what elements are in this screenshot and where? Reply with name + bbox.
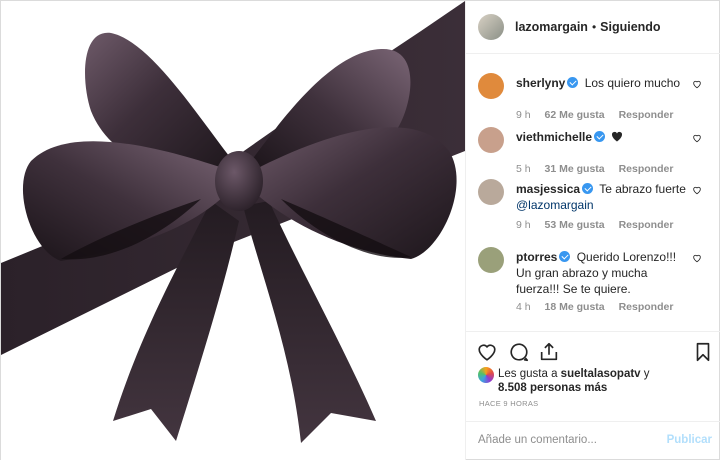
post-dialog: lazomargain • Siguiendo sherlyny Los qui… (0, 0, 720, 460)
comment-likes-count[interactable]: 31 Me gusta (545, 163, 605, 175)
comment-input[interactable]: Añade un comentario... (478, 434, 597, 446)
publish-button[interactable]: Publicar (667, 434, 712, 446)
header-separator: • (591, 20, 597, 34)
comment-text: Te abrazo fuerte (599, 182, 686, 196)
comment-meta: 9 h 62 Me gusta Responder (516, 109, 684, 121)
like-comment-heart-icon[interactable] (692, 253, 702, 263)
comment-likes-count[interactable]: 62 Me gusta (545, 109, 605, 121)
like-comment-heart-icon[interactable] (692, 185, 702, 195)
verified-badge-icon (559, 251, 571, 262)
liker-avatar[interactable] (478, 367, 494, 383)
black-ribbon-bow-image (1, 1, 465, 443)
verified-badge-icon (567, 77, 579, 88)
comment-text: Los quiero mucho (584, 76, 681, 90)
reply-button[interactable]: Responder (619, 301, 674, 313)
likes-count[interactable]: 8.508 personas más (498, 382, 607, 394)
post-timestamp[interactable]: HACE 9 HORAS (479, 399, 538, 408)
verified-badge-icon (582, 183, 594, 194)
comment-likes-count[interactable]: 18 Me gusta (545, 301, 605, 313)
post-header: lazomargain • Siguiendo (466, 1, 720, 54)
share-icon[interactable] (538, 341, 560, 363)
commenter-avatar[interactable] (478, 127, 504, 153)
comment-meta: 4 h 18 Me gusta Responder (516, 301, 684, 313)
liker-username[interactable]: sueltalasopatv (561, 368, 641, 380)
commenter-avatar[interactable] (478, 73, 504, 99)
like-comment-heart-icon[interactable] (692, 79, 702, 89)
reply-button[interactable]: Responder (619, 109, 674, 121)
comment-text-block: masjessica Te abrazo fuerte @lazomargain (516, 181, 688, 213)
likes-line-2: 8.508 personas más (498, 381, 607, 395)
save-bookmark-icon[interactable] (692, 341, 714, 363)
comment-composer: Añade un comentario... Publicar (466, 421, 720, 460)
likes-line-1: Les gusta a sueltalasopatv y (498, 367, 650, 381)
comment-bubble-icon[interactable] (508, 341, 530, 363)
post-image[interactable] (1, 1, 465, 460)
verified-badge-icon (594, 131, 606, 142)
comment-text-block: ptorres Querido Lorenzo!!! Un gran abraz… (516, 249, 688, 297)
comment-time: 5 h (516, 163, 531, 175)
comment-time: 9 h (516, 109, 531, 121)
comment-meta: 9 h 53 Me gusta Responder (516, 219, 684, 231)
comment-mention-link[interactable]: @lazomargain (516, 198, 594, 212)
commenter-username[interactable]: ptorres (516, 250, 557, 264)
likes-prefix: Les gusta a (498, 368, 558, 380)
commenter-username[interactable]: sherlyny (516, 76, 565, 90)
reply-button[interactable]: Responder (619, 219, 674, 231)
commenter-avatar[interactable] (478, 247, 504, 273)
author-avatar[interactable] (478, 14, 504, 40)
post-action-bar (466, 331, 720, 367)
comment-likes-count[interactable]: 53 Me gusta (545, 219, 605, 231)
comment-text-block: viethmichelle (516, 129, 688, 145)
like-comment-heart-icon[interactable] (692, 133, 702, 143)
black-heart-icon (612, 131, 623, 142)
likes-conjunction: y (643, 368, 650, 380)
like-heart-icon[interactable] (476, 341, 498, 363)
commenter-username[interactable]: viethmichelle (516, 130, 592, 144)
following-button[interactable]: Siguiendo (600, 20, 660, 34)
post-side-panel: lazomargain • Siguiendo sherlyny Los qui… (465, 1, 720, 460)
comment-meta: 5 h 31 Me gusta Responder (516, 163, 684, 175)
author-username[interactable]: lazomargain (515, 20, 588, 34)
comment-text-block: sherlyny Los quiero mucho (516, 75, 688, 91)
commenter-avatar[interactable] (478, 179, 504, 205)
commenter-username[interactable]: masjessica (516, 182, 580, 196)
comment-time: 9 h (516, 219, 531, 231)
reply-button[interactable]: Responder (619, 163, 674, 175)
comment-time: 4 h (516, 301, 531, 313)
